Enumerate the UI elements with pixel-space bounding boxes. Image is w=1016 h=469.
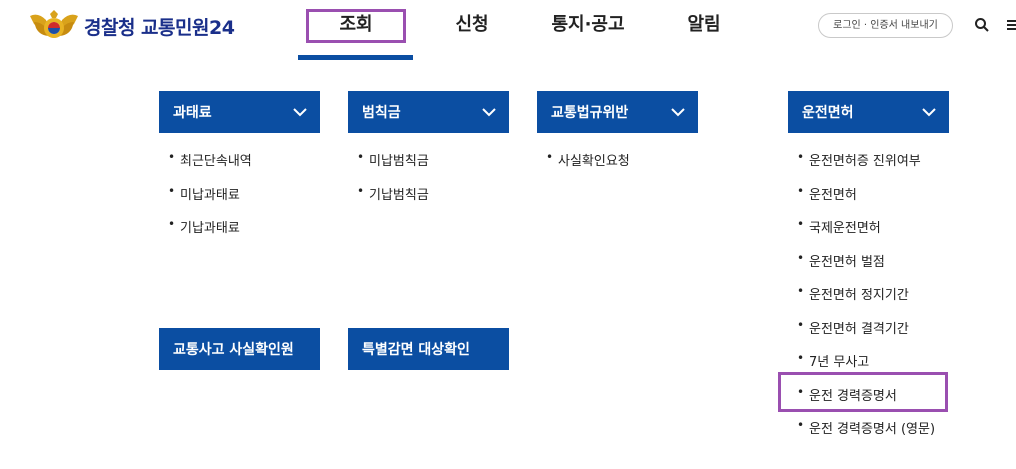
search-icon[interactable] <box>974 17 990 33</box>
police-emblem-icon <box>30 10 78 38</box>
list-item[interactable]: • 국제운전면허 <box>797 217 935 251</box>
nav-active-indicator <box>298 55 413 60</box>
category-label: 범칙금 <box>362 105 401 121</box>
nav-application[interactable]: 신청 <box>413 12 531 38</box>
category-label: 과태료 <box>173 105 212 121</box>
category-button-penalties[interactable]: 범칙금 <box>348 91 509 133</box>
fines-list: • 최근단속내역 • 미납과태료 • 기납과태료 <box>168 150 252 251</box>
menu-icon[interactable] <box>1004 18 1016 32</box>
list-item[interactable]: • 사실확인요청 <box>546 150 630 184</box>
list-item[interactable]: • 기납과태료 <box>168 217 252 251</box>
chevron-down-icon <box>293 108 307 117</box>
nav-notice[interactable]: 통지·공고 <box>529 12 647 38</box>
nav-alerts[interactable]: 알림 <box>645 12 763 38</box>
site-logo[interactable]: 경찰청 교통민원24 <box>28 8 235 44</box>
penalties-list: • 미납범칙금 • 기납범칙금 <box>357 150 429 217</box>
list-item[interactable]: • 최근단속내역 <box>168 150 252 184</box>
list-item[interactable]: • 7년 무사고 <box>797 351 935 385</box>
list-item[interactable]: • 기납범칙금 <box>357 184 429 218</box>
category-button-traffic-violation[interactable]: 교통법규위반 <box>537 91 698 133</box>
chevron-down-icon <box>922 108 936 117</box>
logo-text: 경찰청 교통민원24 <box>84 16 235 39</box>
category-button-drivers-license[interactable]: 운전면허 <box>788 91 949 133</box>
list-item[interactable]: • 운전면허 <box>797 184 935 218</box>
drivers-license-list: • 운전면허증 진위여부 • 운전면허 • 국제운전면허 • 운전면허 벌점 • 운전면허… <box>797 150 935 452</box>
list-item[interactable]: • 미납범칙금 <box>357 150 429 184</box>
list-item[interactable]: • 운전 경력증명서 <box>797 385 935 419</box>
chevron-down-icon <box>482 108 496 117</box>
list-item[interactable]: • 운전 경력증명서 (영문) <box>797 418 935 452</box>
list-item[interactable]: • 운전면허 결격기간 <box>797 318 935 352</box>
nav-inquiry[interactable]: 조회 <box>297 12 415 38</box>
list-item[interactable]: • 미납과태료 <box>168 184 252 218</box>
category-label: 운전면허 <box>802 105 854 121</box>
traffic-violation-list: • 사실확인요청 <box>546 150 630 184</box>
list-item[interactable]: • 운전면허 정지기간 <box>797 284 935 318</box>
traffic-accident-certificate-button[interactable]: 교통사고 사실확인원 <box>159 328 320 370</box>
category-button-fines[interactable]: 과태료 <box>159 91 320 133</box>
category-label: 교통법규위반 <box>551 105 629 121</box>
list-item[interactable]: • 운전면허증 진위여부 <box>797 150 935 184</box>
chevron-down-icon <box>671 108 685 117</box>
login-button[interactable]: 로그인 · 인증서 내보내기 <box>818 13 953 38</box>
special-reduction-check-button[interactable]: 특별감면 대상확인 <box>348 328 509 370</box>
list-item[interactable]: • 운전면허 벌점 <box>797 251 935 285</box>
